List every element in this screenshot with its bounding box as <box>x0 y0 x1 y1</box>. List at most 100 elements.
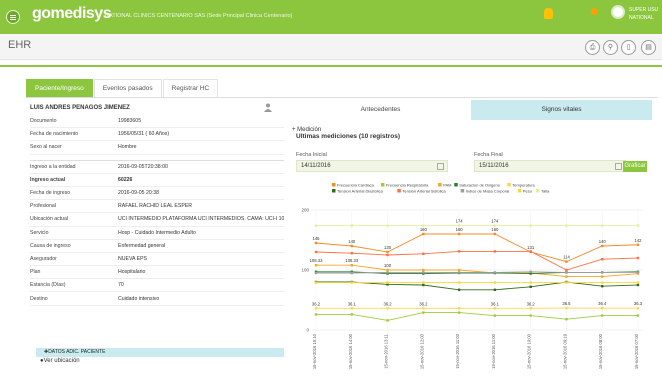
x-tick-label: 15-nov-2016 15:10 <box>312 333 317 369</box>
data-label: 36.2 <box>312 301 321 306</box>
data-point <box>457 268 461 272</box>
user-line-1: SUPER USU <box>629 7 659 13</box>
legend-swatch <box>438 183 442 187</box>
info-label: Sexo al nacer <box>30 144 62 151</box>
info-value: NUEVA EPS <box>118 255 148 262</box>
legend-label: Temperatura <box>512 183 535 188</box>
print-icon[interactable]: ⎙ <box>585 40 600 55</box>
patient-basic-info: Documento 19983605 Fecha de nacimiento 1956… <box>30 115 284 155</box>
fecha-inicial-value: 14/11/2016 <box>301 163 331 169</box>
data-point <box>386 319 389 322</box>
data-point <box>601 306 604 310</box>
data-label: 140 <box>348 239 356 244</box>
data-label: 36.2 <box>383 301 392 306</box>
tab-paciente-ingreso[interactable]: Paciente/Ingreso <box>26 79 93 97</box>
data-point <box>386 268 389 272</box>
info-value: Hombre <box>118 144 137 151</box>
data-point <box>386 224 389 227</box>
data-point <box>457 288 461 291</box>
person-icon[interactable] <box>264 103 272 112</box>
alert-icon[interactable] <box>591 8 598 15</box>
user-avatar[interactable] <box>611 5 625 19</box>
fecha-final-input[interactable]: 15/11/2016 <box>474 160 626 172</box>
y-tick-label: 200 <box>301 208 309 213</box>
data-point <box>565 306 568 310</box>
x-tick-label: 15-nov-2016 14:00 <box>348 333 353 369</box>
legend-label: Talla <box>541 189 550 194</box>
data-point <box>350 224 353 227</box>
menu-icon[interactable] <box>6 10 20 24</box>
data-point <box>422 283 425 287</box>
calendar-icon[interactable] <box>437 163 444 170</box>
data-point <box>565 275 568 278</box>
tab-registrar-hc[interactable]: Registrar HC <box>162 79 219 97</box>
x-tick-label: 15-nov-2016 11:00 <box>491 333 496 369</box>
data-point <box>565 224 568 227</box>
header-divider <box>0 65 662 67</box>
legend-swatch <box>536 189 540 193</box>
series-line <box>315 233 639 263</box>
tab-eventos-pasados[interactable]: Eventos pasados <box>93 79 162 97</box>
data-label: 160 <box>420 227 428 232</box>
save-icon[interactable]: ▤ <box>641 40 656 55</box>
admission-info: Ingreso a la entidad 2016-09-05T20:38:00 I… <box>30 161 284 306</box>
legend-label: Saturacion de Oxigeno <box>459 183 500 188</box>
data-point <box>314 241 318 245</box>
info-value: 19983605 <box>118 118 142 125</box>
series-line <box>316 264 639 278</box>
ver-ubicacion-link[interactable]: ●Ver ubicación <box>40 358 80 364</box>
legend-swatch <box>332 183 336 187</box>
info-value: Hosp - Cuidado Intermedio Adulto <box>118 229 196 236</box>
user-name[interactable]: SUPER USU NATIONAL <box>629 6 658 22</box>
fecha-inicial-input[interactable]: 14/11/2016 <box>296 160 448 172</box>
x-tick-label: 15-nov-2016 09:19 <box>562 333 567 369</box>
right-tabs: Antecedentes Signos vitales <box>290 100 652 120</box>
data-point <box>601 281 604 284</box>
search-icon[interactable]: ⚲ <box>603 40 618 55</box>
data-point <box>493 307 497 310</box>
info-label: Fecha de ingreso <box>30 190 71 197</box>
info-row: Ubicación actual UCI INTERMEDIO PLATAFORM… <box>30 213 284 227</box>
data-point <box>386 250 389 254</box>
info-row: Ingreso actual 60226 <box>30 174 284 187</box>
info-row: Fecha de ingreso 2016-09-05 20:38 <box>30 187 284 201</box>
patient-name: LUIS ANDRES PENAGOS JIMENEZ <box>30 105 130 111</box>
data-point <box>529 281 532 284</box>
data-label: 36.1 <box>491 301 500 306</box>
data-point <box>601 285 604 288</box>
data-point <box>350 307 353 310</box>
info-label: Servicio <box>30 229 49 236</box>
data-label: 108.33 <box>345 258 358 263</box>
data-point <box>314 250 318 254</box>
fecha-final-label: Fecha Final <box>474 152 503 158</box>
datos-adicionales-link[interactable]: ✚DATOS ADIC. PACIENTE <box>36 348 284 357</box>
data-label: 36.3 <box>634 301 643 306</box>
tab-signos-vitales[interactable]: Signos vitales <box>471 100 652 120</box>
info-value: 1956/05/31 ( 60 Años) <box>118 131 170 138</box>
info-row: Fecha de nacimiento 1956/05/31 ( 60 Años) <box>30 128 284 142</box>
data-label: 36.2 <box>527 301 536 306</box>
data-label: 140 <box>599 239 607 244</box>
data-point <box>565 318 568 321</box>
calendar-icon[interactable] <box>615 163 622 170</box>
app-logo[interactable]: gomedisys <box>32 5 112 23</box>
series-line <box>316 312 638 321</box>
main-content: Paciente/Ingreso Eventos pasados Registr… <box>26 73 658 373</box>
y-tick-label: 100 <box>301 268 309 273</box>
legend-swatch <box>507 183 511 187</box>
tab-antecedentes[interactable]: Antecedentes <box>290 100 471 120</box>
data-label: 36.1 <box>348 301 357 306</box>
graficar-button[interactable]: Graficar <box>623 161 647 172</box>
legend-swatch <box>397 189 401 193</box>
data-label: 36.2 <box>419 301 428 306</box>
document-icon[interactable]: ▯ <box>621 40 636 55</box>
data-point <box>529 307 532 310</box>
data-point <box>565 260 568 263</box>
x-tick-label: 15-nov-2016 12:00 <box>419 333 424 369</box>
vitals-chart: Frecuencia Cardiaca Frecuencia Respirator… <box>301 183 643 370</box>
fecha-final-value: 15/11/2016 <box>479 163 509 169</box>
data-point <box>493 250 497 253</box>
info-label: Plan <box>30 269 41 276</box>
notification-icon[interactable] <box>544 8 553 19</box>
info-row: Plan Hospitalario <box>30 266 284 280</box>
